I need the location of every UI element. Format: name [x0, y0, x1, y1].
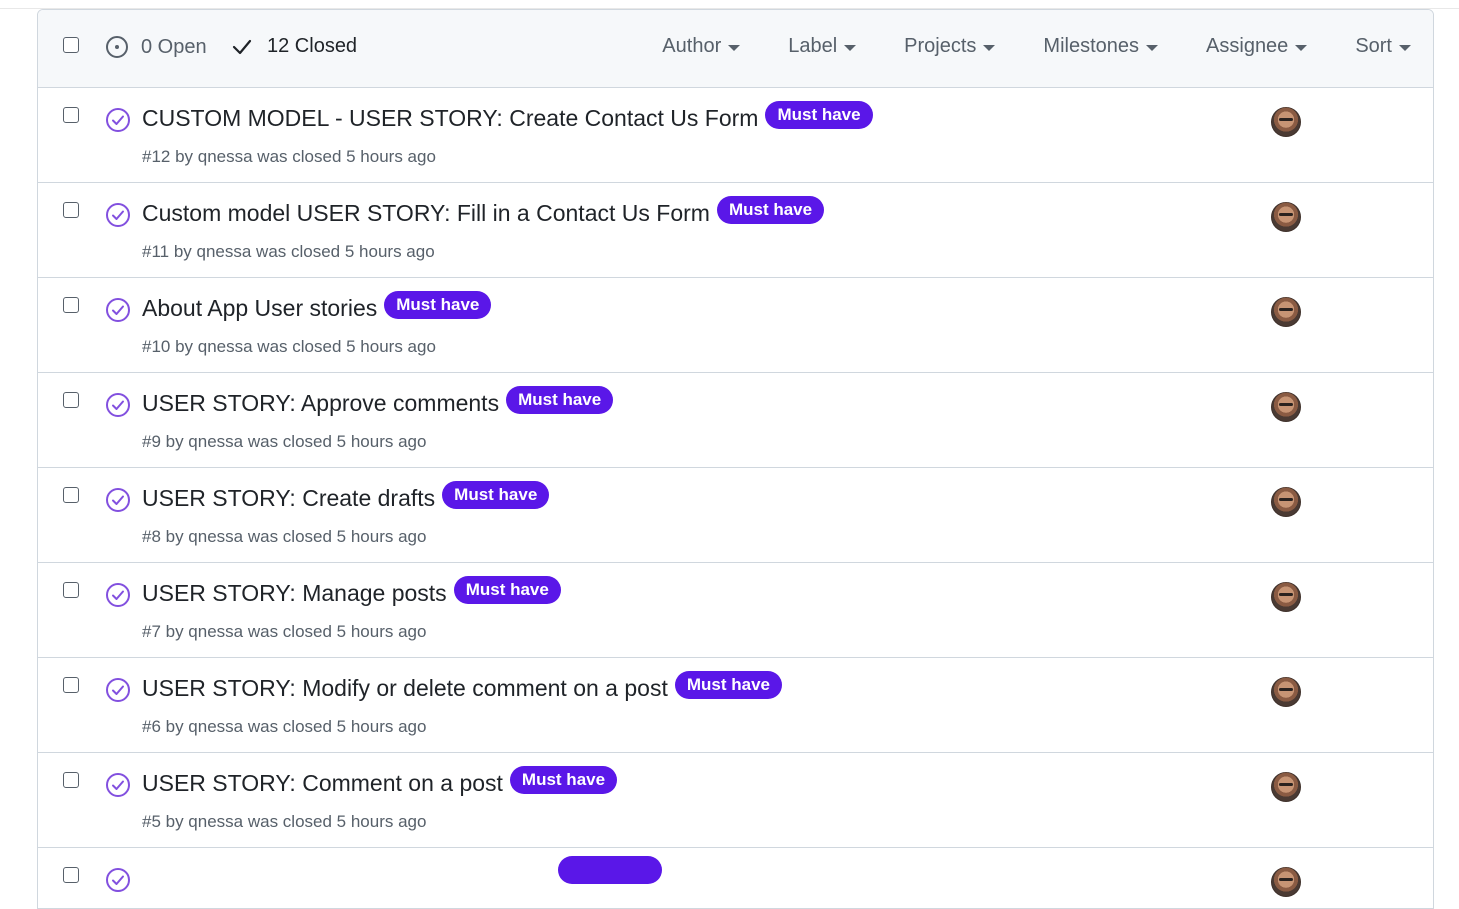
- must-have-label[interactable]: Must have: [716, 196, 825, 224]
- issue-title-line: [142, 856, 662, 892]
- issues-list-box: 0 Open 12 Closed Author Label Projects M…: [37, 9, 1434, 909]
- issue-closed-icon: [106, 298, 130, 322]
- issue-row: USER STORY: Modify or delete comment on …: [38, 658, 1433, 753]
- assignee-avatar[interactable]: [1271, 582, 1301, 612]
- author-filter[interactable]: Author: [662, 35, 741, 58]
- open-issues-tab[interactable]: 0 Open: [105, 35, 207, 59]
- issue-title-line: USER STORY: Modify or delete comment on …: [142, 671, 782, 702]
- issue-closed-icon: [106, 203, 130, 227]
- issue-title-link[interactable]: USER STORY: Modify or delete comment on …: [142, 675, 668, 702]
- author-filter-label: Author: [662, 35, 722, 57]
- issue-row: USER STORY: Approve comments Must have #…: [38, 373, 1433, 468]
- issues-list-header: 0 Open 12 Closed Author Label Projects M…: [38, 10, 1433, 88]
- label-filter-label: Label: [788, 35, 838, 57]
- must-have-label[interactable]: Must have: [384, 291, 492, 319]
- issue-meta: #11 by qnessa was closed 5 hours ago: [142, 242, 435, 261]
- must-have-label[interactable]: Must have: [765, 101, 873, 129]
- sort-filter[interactable]: Sort: [1355, 35, 1411, 58]
- issue-checkbox[interactable]: [63, 772, 79, 788]
- issue-meta: #7 by qnessa was closed 5 hours ago: [142, 622, 427, 641]
- must-have-label[interactable]: Must have: [506, 386, 614, 414]
- issue-row: Custom model USER STORY: Fill in a Conta…: [38, 183, 1433, 278]
- issue-checkbox[interactable]: [63, 202, 79, 218]
- issue-closed-icon: [106, 773, 130, 797]
- chevron-down-icon: [1399, 44, 1411, 51]
- issue-title-link[interactable]: About App User stories: [142, 295, 377, 322]
- issue-closed-icon: [106, 488, 130, 512]
- issue-row: About App User stories Must have #10 by …: [38, 278, 1433, 373]
- issue-checkbox[interactable]: [63, 107, 79, 123]
- issue-title-line: USER STORY: Manage posts Must have: [142, 576, 561, 607]
- closed-issues-tab[interactable]: 12 Closed: [231, 35, 357, 58]
- issue-title-link[interactable]: USER STORY: Create drafts: [142, 485, 435, 512]
- issue-closed-icon: [106, 583, 130, 607]
- issue-closed-icon: [106, 393, 130, 417]
- must-have-label[interactable]: Must have: [442, 481, 550, 509]
- issue-title-line: Custom model USER STORY: Fill in a Conta…: [142, 196, 825, 227]
- assignee-avatar[interactable]: [1271, 677, 1301, 707]
- issue-title-link[interactable]: CUSTOM MODEL - USER STORY: Create Contac…: [142, 105, 758, 132]
- issue-closed-icon: [106, 678, 130, 702]
- issue-title-link[interactable]: Custom model USER STORY: Fill in a Conta…: [142, 200, 710, 227]
- issue-row: USER STORY: Comment on a post Must have …: [38, 753, 1433, 848]
- issue-checkbox[interactable]: [63, 487, 79, 503]
- issue-meta: #8 by qnessa was closed 5 hours ago: [142, 527, 427, 546]
- issue-checkbox[interactable]: [63, 677, 79, 693]
- chevron-down-icon: [844, 44, 857, 51]
- issue-opened-icon: [106, 36, 128, 58]
- select-all-checkbox[interactable]: [63, 37, 79, 53]
- assignee-avatar[interactable]: [1271, 107, 1301, 137]
- sort-filter-label: Sort: [1355, 35, 1392, 57]
- issue-title-link[interactable]: USER STORY: Approve comments: [142, 390, 499, 417]
- issue-row: USER STORY: Create drafts Must have #8 b…: [38, 468, 1433, 563]
- issue-title-line: CUSTOM MODEL - USER STORY: Create Contac…: [142, 101, 873, 132]
- assignee-filter-label: Assignee: [1206, 35, 1289, 57]
- issue-meta: #10 by qnessa was closed 5 hours ago: [142, 337, 436, 356]
- issue-meta: #12 by qnessa was closed 5 hours ago: [142, 147, 436, 166]
- assignee-avatar[interactable]: [1271, 202, 1301, 232]
- must-have-label[interactable]: Must have: [509, 766, 618, 794]
- chevron-down-icon: [983, 44, 996, 51]
- assignee-avatar[interactable]: [1271, 772, 1301, 802]
- issue-checkbox[interactable]: [63, 867, 79, 883]
- milestones-filter-label: Milestones: [1043, 35, 1140, 57]
- assignee-avatar[interactable]: [1271, 487, 1301, 517]
- issue-title-line: USER STORY: Create drafts Must have: [142, 481, 550, 512]
- check-icon: [232, 39, 252, 54]
- must-have-label[interactable]: Must have: [453, 576, 561, 604]
- chevron-down-icon: [728, 44, 741, 51]
- projects-filter-label: Projects: [904, 35, 977, 57]
- issue-checkbox[interactable]: [63, 297, 79, 313]
- assignee-filter[interactable]: Assignee: [1206, 35, 1308, 58]
- label-filter[interactable]: Label: [788, 35, 857, 58]
- closed-issues-label: 12 Closed: [267, 35, 358, 57]
- must-have-label[interactable]: Must have: [674, 671, 782, 699]
- assignee-avatar[interactable]: [1271, 297, 1301, 327]
- issue-row: USER STORY: Manage posts Must have #7 by…: [38, 563, 1433, 658]
- open-issues-label: 0 Open: [141, 35, 207, 58]
- must-have-label[interactable]: [558, 856, 662, 884]
- issue-meta: #9 by qnessa was closed 5 hours ago: [142, 432, 427, 451]
- assignee-avatar[interactable]: [1271, 867, 1301, 897]
- issue-meta: #5 by qnessa was closed 5 hours ago: [142, 812, 427, 831]
- filter-bar: Author Label Projects Milestones Assigne…: [614, 35, 1411, 58]
- issue-title-line: USER STORY: Approve comments Must have: [142, 386, 614, 417]
- issue-checkbox[interactable]: [63, 392, 79, 408]
- issue-closed-icon: [106, 868, 130, 892]
- projects-filter[interactable]: Projects: [904, 35, 996, 58]
- issue-checkbox[interactable]: [63, 582, 79, 598]
- issue-row-partial: [38, 848, 1433, 908]
- issue-title-link[interactable]: USER STORY: Manage posts: [142, 580, 447, 607]
- milestones-filter[interactable]: Milestones: [1043, 35, 1159, 58]
- issue-closed-icon: [106, 108, 130, 132]
- chevron-down-icon: [1146, 44, 1159, 51]
- assignee-avatar[interactable]: [1271, 392, 1301, 422]
- issue-row: CUSTOM MODEL - USER STORY: Create Contac…: [38, 88, 1433, 183]
- chevron-down-icon: [1295, 44, 1308, 51]
- issue-title-link[interactable]: USER STORY: Comment on a post: [142, 770, 503, 797]
- issue-title-line: About App User stories Must have: [142, 291, 492, 322]
- issue-meta: #6 by qnessa was closed 5 hours ago: [142, 717, 427, 736]
- issue-title-line: USER STORY: Comment on a post Must have: [142, 766, 618, 797]
